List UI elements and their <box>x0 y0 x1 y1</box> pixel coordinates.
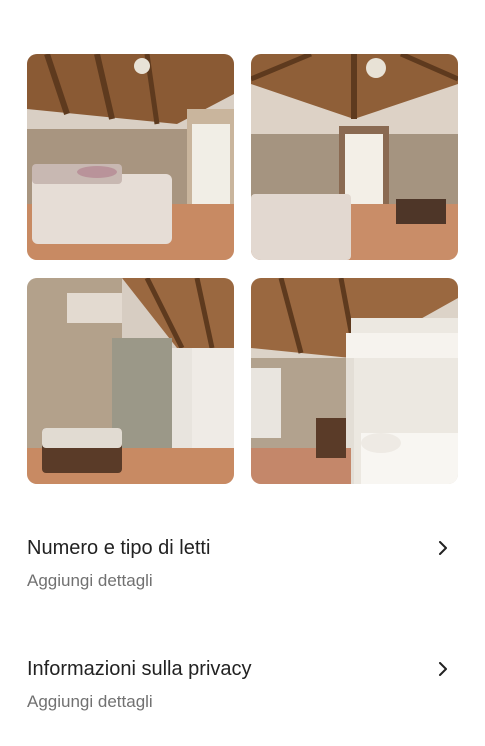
room-photo-4[interactable] <box>251 278 458 484</box>
privacy-row[interactable]: Informazioni sulla privacy Aggiungi dett… <box>0 656 485 746</box>
beds-title: Numero e tipo di letti <box>27 537 211 559</box>
privacy-title: Informazioni sulla privacy <box>27 658 252 680</box>
chevron-right-icon[interactable] <box>436 541 450 555</box>
room-photo-3[interactable] <box>27 278 234 484</box>
photo-grid <box>27 54 458 484</box>
beds-row[interactable]: Numero e tipo di letti Aggiungi dettagli <box>0 535 485 625</box>
room-photo-2[interactable] <box>251 54 458 260</box>
privacy-subtitle: Aggiungi dettagli <box>27 692 153 711</box>
room-photo-1[interactable] <box>27 54 234 260</box>
chevron-right-icon[interactable] <box>436 662 450 676</box>
beds-subtitle: Aggiungi dettagli <box>27 571 153 590</box>
